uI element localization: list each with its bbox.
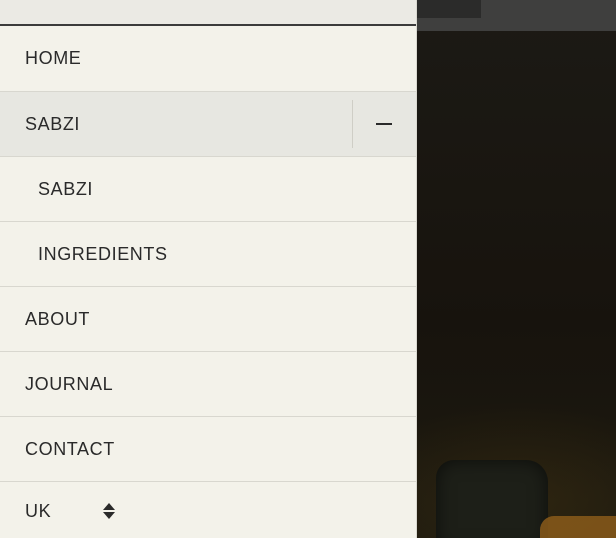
nav-item-label: CONTACT	[25, 438, 115, 459]
subnav-item-sabzi[interactable]: SABZI	[0, 157, 416, 222]
nav-list: HOME SABZI SABZI INGREDIENTS ABOUT JOURN…	[0, 26, 416, 482]
minus-icon	[376, 123, 392, 125]
collapse-toggle-button[interactable]	[352, 92, 416, 156]
nav-item-label: HOME	[25, 48, 82, 68]
updown-chevron-icon	[103, 503, 115, 519]
subnav-item-label: SABZI	[38, 178, 94, 199]
background-chair-image	[436, 460, 548, 538]
toggle-divider	[352, 100, 353, 148]
nav-item-label: SABZI	[25, 113, 81, 134]
nav-item-sabzi[interactable]: SABZI	[0, 92, 416, 157]
nav-item-about[interactable]: ABOUT	[0, 287, 416, 352]
locale-selector[interactable]: UK	[0, 484, 416, 538]
nav-item-contact[interactable]: CONTACT	[0, 417, 416, 482]
nav-item-journal[interactable]: JOURNAL	[0, 352, 416, 417]
background-object-image	[540, 516, 616, 538]
subnav-item-label: INGREDIENTS	[38, 243, 168, 264]
background-header-block	[417, 0, 481, 18]
drawer-header	[0, 0, 416, 26]
nav-item-label: JOURNAL	[25, 373, 114, 394]
subnav-item-ingredients[interactable]: INGREDIENTS	[0, 222, 416, 287]
locale-selected-value: UK	[25, 500, 52, 521]
navigation-drawer: HOME SABZI SABZI INGREDIENTS ABOUT JOURN…	[0, 0, 417, 538]
nav-item-label: ABOUT	[25, 308, 91, 329]
nav-item-home[interactable]: HOME	[0, 26, 416, 92]
